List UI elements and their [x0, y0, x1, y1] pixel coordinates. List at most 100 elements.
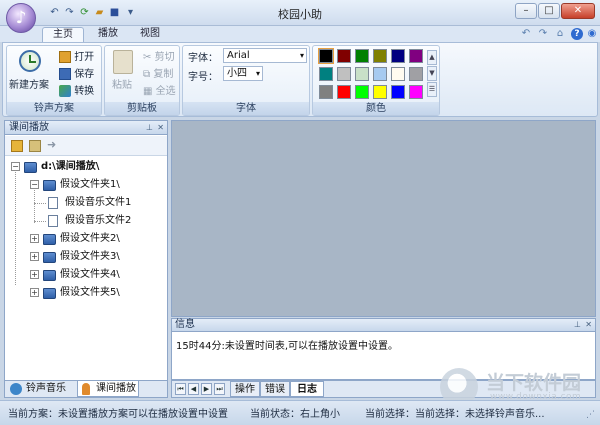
new-scheme-button[interactable]: 新建方案: [9, 76, 49, 91]
minimize-button[interactable]: –: [515, 3, 537, 19]
color-swatch-grid: [318, 48, 427, 103]
color-swatch[interactable]: [391, 49, 405, 63]
back-icon[interactable]: ↶: [520, 28, 532, 40]
forward-icon[interactable]: ↷: [537, 28, 549, 40]
clock-hands-icon: [29, 55, 36, 63]
panel-close-icon[interactable]: ✕: [157, 121, 164, 134]
tree-item-label: d:\课间播放\: [41, 161, 100, 172]
collapse-icon[interactable]: −: [30, 180, 39, 189]
color-swatch[interactable]: [319, 67, 333, 81]
bottom-tab-break-play[interactable]: 课间播放: [77, 381, 139, 397]
group-font: 字体： Arial ▾ 字号： 小四 ▾ 字体: [182, 45, 310, 116]
panel-close-icon[interactable]: ✕: [585, 319, 592, 331]
color-swatch[interactable]: [409, 85, 423, 99]
tree-item-label: 假设文件夹4\: [60, 269, 120, 280]
info-globe-icon[interactable]: ◉: [586, 28, 598, 40]
convert-icon: [59, 85, 71, 97]
info-panel-title: 信息: [175, 319, 195, 330]
color-swatch[interactable]: [409, 67, 423, 81]
open-folder-icon: [59, 51, 71, 63]
tab-home[interactable]: 主页: [42, 27, 84, 42]
book-folder-icon: [43, 270, 56, 281]
collapse-icon[interactable]: −: [11, 162, 20, 171]
next-page-button[interactable]: ▶: [201, 383, 212, 395]
save-disk-icon: [59, 68, 71, 80]
save-button[interactable]: 保存: [59, 65, 94, 80]
color-swatch[interactable]: [373, 49, 387, 63]
expand-icon[interactable]: +: [30, 270, 39, 279]
book-folder-icon: [43, 288, 56, 299]
first-page-button[interactable]: ⏮: [175, 383, 186, 395]
last-page-button[interactable]: ⏭: [214, 383, 225, 395]
book-folder-icon: [43, 234, 56, 245]
expand-icon[interactable]: +: [30, 288, 39, 297]
info-panel-header: 信息 ⊥ ✕: [171, 318, 596, 332]
tree-item-label: 假设文件夹5\: [60, 287, 120, 298]
color-swatch[interactable]: [318, 48, 334, 64]
color-swatch[interactable]: [337, 67, 351, 81]
expand-icon[interactable]: +: [30, 234, 39, 243]
home-icon[interactable]: ⌂: [554, 28, 566, 40]
expand-icon[interactable]: +: [30, 252, 39, 261]
tree-guide-line: [15, 167, 16, 285]
document-icon: [48, 215, 58, 227]
color-swatch[interactable]: [373, 85, 387, 99]
arrow-right-icon[interactable]: ➜: [47, 138, 56, 151]
color-swatch[interactable]: [355, 85, 369, 99]
bottom-tab-ring-music[interactable]: 铃声音乐: [8, 381, 78, 397]
select-all-icon: ▦: [143, 86, 153, 97]
maximize-button[interactable]: □: [538, 3, 560, 19]
tab-play[interactable]: 播放: [90, 27, 126, 42]
paste-button[interactable]: 粘贴: [112, 76, 132, 91]
group-label-color: 颜色: [313, 102, 439, 115]
book-folder-icon: [43, 252, 56, 263]
app-orb-music-icon[interactable]: ♪: [6, 3, 36, 33]
new-folder-icon[interactable]: [11, 140, 23, 152]
book-folder-icon: [24, 162, 37, 173]
convert-button[interactable]: 转换: [59, 82, 94, 97]
scissors-icon: ✂: [143, 52, 152, 63]
add-file-icon[interactable]: [29, 140, 41, 152]
font-value: Arial: [227, 50, 250, 61]
status-current-selection: 当前选择：当前选择：未选择铃声音乐...: [365, 409, 545, 420]
select-all-button[interactable]: ▦ 全选: [143, 82, 176, 97]
group-label-scheme: 铃声方案: [7, 102, 101, 115]
color-swatch[interactable]: [373, 67, 387, 81]
copy-button[interactable]: ⧉ 复制: [143, 65, 173, 80]
tree-item-label: 假设文件夹1\: [60, 179, 120, 190]
tab-view[interactable]: 视图: [132, 27, 168, 42]
color-swatch[interactable]: [337, 85, 351, 99]
main-document-area: [171, 120, 596, 317]
font-label: 字体：: [188, 53, 218, 64]
tab-error[interactable]: 错误: [260, 381, 290, 397]
pin-icon[interactable]: ⊥: [146, 121, 153, 134]
color-swatch[interactable]: [391, 67, 405, 81]
left-panel-title: 课间播放: [9, 122, 49, 133]
swatch-scroll-up-icon[interactable]: ▲: [427, 50, 437, 65]
color-swatch[interactable]: [355, 49, 369, 63]
color-swatch[interactable]: [337, 49, 351, 63]
resize-grip-icon[interactable]: ⋰: [586, 410, 595, 420]
close-button[interactable]: ✕: [561, 3, 595, 19]
open-button[interactable]: 打开: [59, 48, 94, 63]
chevron-down-icon: ▾: [255, 69, 260, 78]
color-swatch[interactable]: [409, 49, 423, 63]
prev-page-button[interactable]: ◀: [188, 383, 199, 395]
color-swatch[interactable]: [391, 85, 405, 99]
color-swatch[interactable]: [355, 67, 369, 81]
font-size-combobox[interactable]: 小四 ▾: [223, 66, 263, 81]
swatch-scroll-down-icon[interactable]: ▼: [427, 66, 437, 81]
info-message: 15时44分:未设置时间表,可以在播放设置中设置。: [176, 341, 398, 352]
color-swatch[interactable]: [319, 85, 333, 99]
tree-item-label: 假设文件夹3\: [60, 251, 120, 262]
font-combobox[interactable]: Arial ▾: [223, 48, 307, 63]
copy-icon: ⧉: [143, 69, 151, 80]
tab-operation[interactable]: 操作: [230, 381, 260, 397]
window-title: 校园小助: [278, 8, 322, 21]
tab-log[interactable]: 日志: [290, 381, 324, 397]
swatch-expand-icon[interactable]: ☰: [427, 82, 437, 97]
help-icon[interactable]: ?: [571, 28, 583, 40]
left-panel-header: 课间播放 ⊥ ✕: [4, 120, 168, 135]
cut-button[interactable]: ✂ 剪切: [143, 48, 175, 63]
pin-icon[interactable]: ⊥: [574, 319, 581, 331]
